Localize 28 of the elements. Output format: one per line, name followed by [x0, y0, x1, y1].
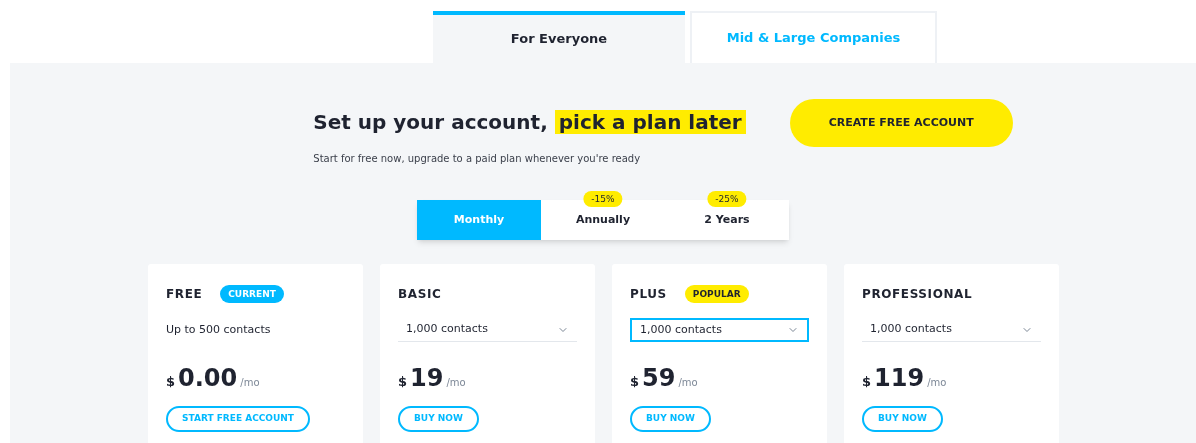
contacts-select[interactable]: 1,000 contacts [630, 318, 809, 342]
plan-name: FREE [166, 286, 203, 303]
contacts-select[interactable]: 1,000 contacts [862, 318, 1041, 342]
price-period: /mo [240, 376, 260, 390]
hero-subtitle: Start for free now, upgrade to a paid plan whenever you're ready [313, 152, 642, 166]
currency: $ [630, 373, 640, 391]
discount-badge: -25% [707, 191, 747, 207]
price-period: /mo [446, 376, 466, 390]
plan-badge: POPULAR [684, 285, 749, 303]
price-period: /mo [927, 376, 947, 390]
discount-badge: -15% [583, 191, 623, 207]
plan-price: 0.00 [178, 363, 238, 394]
price-period: /mo [678, 376, 698, 390]
currency: $ [398, 373, 408, 391]
plan-detail: Up to 500 contacts [166, 322, 272, 338]
plan-name: PROFESSIONAL [862, 286, 973, 303]
audience-tab[interactable]: For Everyone [433, 11, 685, 63]
contacts-select[interactable]: 1,000 contacts [398, 318, 577, 342]
plan-badge: CURRENT [220, 285, 284, 303]
create-account-button[interactable]: CREATE FREE ACCOUNT [789, 99, 1013, 147]
plan-price: 59 [642, 363, 676, 394]
plan-name: PLUS [630, 286, 667, 303]
plan-price: 19 [410, 363, 444, 394]
plan-price: 119 [874, 363, 925, 394]
hero-title: Set up your account, pick a plan later [313, 107, 746, 137]
currency: $ [166, 373, 176, 391]
currency: $ [862, 373, 872, 391]
plan-name: BASIC [398, 286, 442, 303]
